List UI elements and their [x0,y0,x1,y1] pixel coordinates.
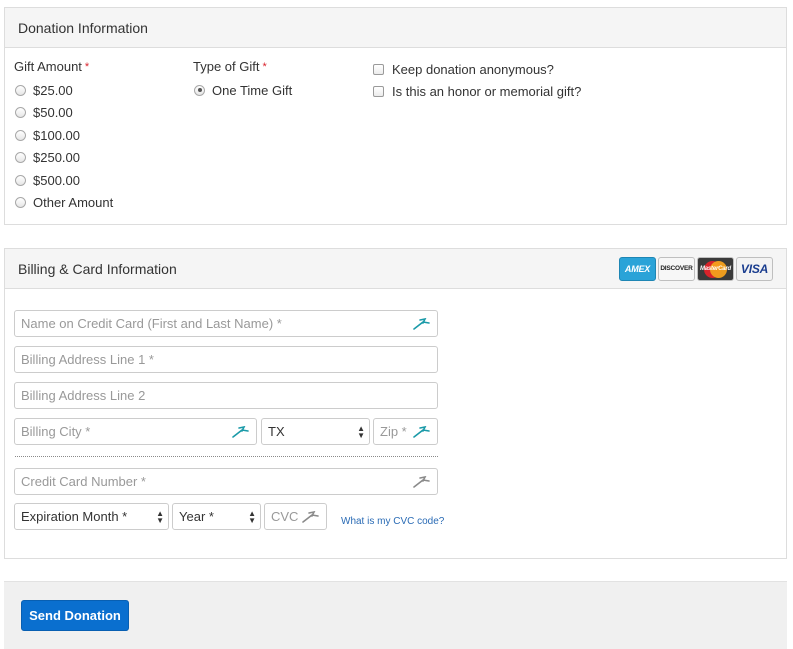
radio-label: $500.00 [33,172,80,188]
billing-address-line2-input[interactable]: Billing Address Line 2 [14,382,438,409]
gift-type-label: Type of Gift * [193,59,267,74]
radio-button[interactable] [15,129,26,141]
billing-state-select[interactable]: TX ▲ ▼ [261,418,370,445]
gift-amount-option[interactable]: $25.00 [14,79,184,102]
required-asterisk: * [262,61,267,73]
gift-amount-option[interactable]: $500.00 [14,169,184,192]
autofill-key-icon[interactable] [413,317,431,330]
autofill-key-icon[interactable] [413,425,431,438]
send-donation-button[interactable]: Send Donation [21,600,129,631]
card-number-input[interactable]: Credit Card Number * [14,468,438,495]
donation-info-heading: Donation Information [5,8,786,48]
anonymous-checkbox-row[interactable]: Keep donation anonymous? [373,58,773,81]
radio-button[interactable] [15,84,26,96]
select-arrows-icon: ▲ ▼ [248,508,256,525]
radio-label: One Time Gift [212,82,293,98]
gift-amount-option[interactable]: Other Amount [14,192,184,215]
billing-zip-input[interactable]: Zip * [373,418,438,445]
gift-amount-group: Gift Amount * $25.00 $50.00 $100.00 $250.00 $… [14,58,184,214]
billing-address-line1-input[interactable]: Billing Address Line 1 * [14,346,438,373]
radio-label: $100.00 [33,127,80,143]
checkbox-label: Keep donation anonymous? [392,61,554,77]
honor-memorial-checkbox-row[interactable]: Is this an honor or memorial gift? [373,81,773,104]
gift-amount-option[interactable]: $50.00 [14,102,184,125]
gift-amount-option[interactable]: $100.00 [14,124,184,147]
visa-logo: VISA [736,256,773,281]
cvc-help-link[interactable]: What is my CVC code? [341,516,444,527]
checkbox[interactable] [373,63,384,75]
radio-button[interactable] [15,152,26,164]
gift-amount-label: Gift Amount * [14,59,90,74]
expiration-month-select[interactable]: Expiration Month * ▲ ▼ [14,503,169,530]
section-divider [15,456,438,457]
mastercard-logo: MasterCard [697,256,734,281]
radio-button[interactable] [15,174,26,186]
gift-amount-option[interactable]: $250.00 [14,147,184,170]
checkbox[interactable] [373,86,384,98]
expiration-year-select[interactable]: Year * ▲ ▼ [172,503,261,530]
discover-logo: DISCOVER [658,256,695,281]
cvc-input[interactable]: CVC * [264,503,327,530]
billing-info-heading: Billing & Card Information AMEX DISCOVER… [5,249,786,289]
radio-label: Other Amount [33,195,114,211]
radio-label: $25.00 [33,82,73,98]
radio-button[interactable] [15,107,26,119]
billing-city-input[interactable]: Billing City * [14,418,257,445]
accepted-cards: AMEX DISCOVER MasterCard VISA [619,256,773,281]
billing-info-panel: Billing & Card Information AMEX DISCOVER… [4,248,787,559]
autofill-key-icon[interactable] [232,425,250,438]
form-footer: Send Donation [4,581,787,649]
select-arrows-icon: ▲ ▼ [156,508,164,525]
donation-info-title: Donation Information [18,19,148,36]
gift-type-group: Type of Gift * One Time Gift [193,58,363,102]
select-arrows-icon: ▲ ▼ [357,423,365,440]
autofill-key-icon[interactable] [413,475,431,488]
billing-info-title: Billing & Card Information [18,260,177,277]
donation-info-panel: Donation Information Gift Amount * $25.00… [4,7,787,225]
required-asterisk: * [84,61,90,73]
radio-label: $50.00 [33,105,73,121]
radio-label: $250.00 [33,150,80,166]
radio-button[interactable] [15,197,26,209]
amex-logo: AMEX [619,256,656,281]
donation-options-group: Keep donation anonymous? Is this an honor… [373,58,773,103]
checkbox-label: Is this an honor or memorial gift? [392,84,582,100]
gift-type-option[interactable]: One Time Gift [193,79,363,102]
autofill-key-icon[interactable] [302,510,320,523]
radio-button[interactable] [194,84,205,96]
name-on-card-input[interactable]: Name on Credit Card (First and Last Name… [14,310,438,337]
